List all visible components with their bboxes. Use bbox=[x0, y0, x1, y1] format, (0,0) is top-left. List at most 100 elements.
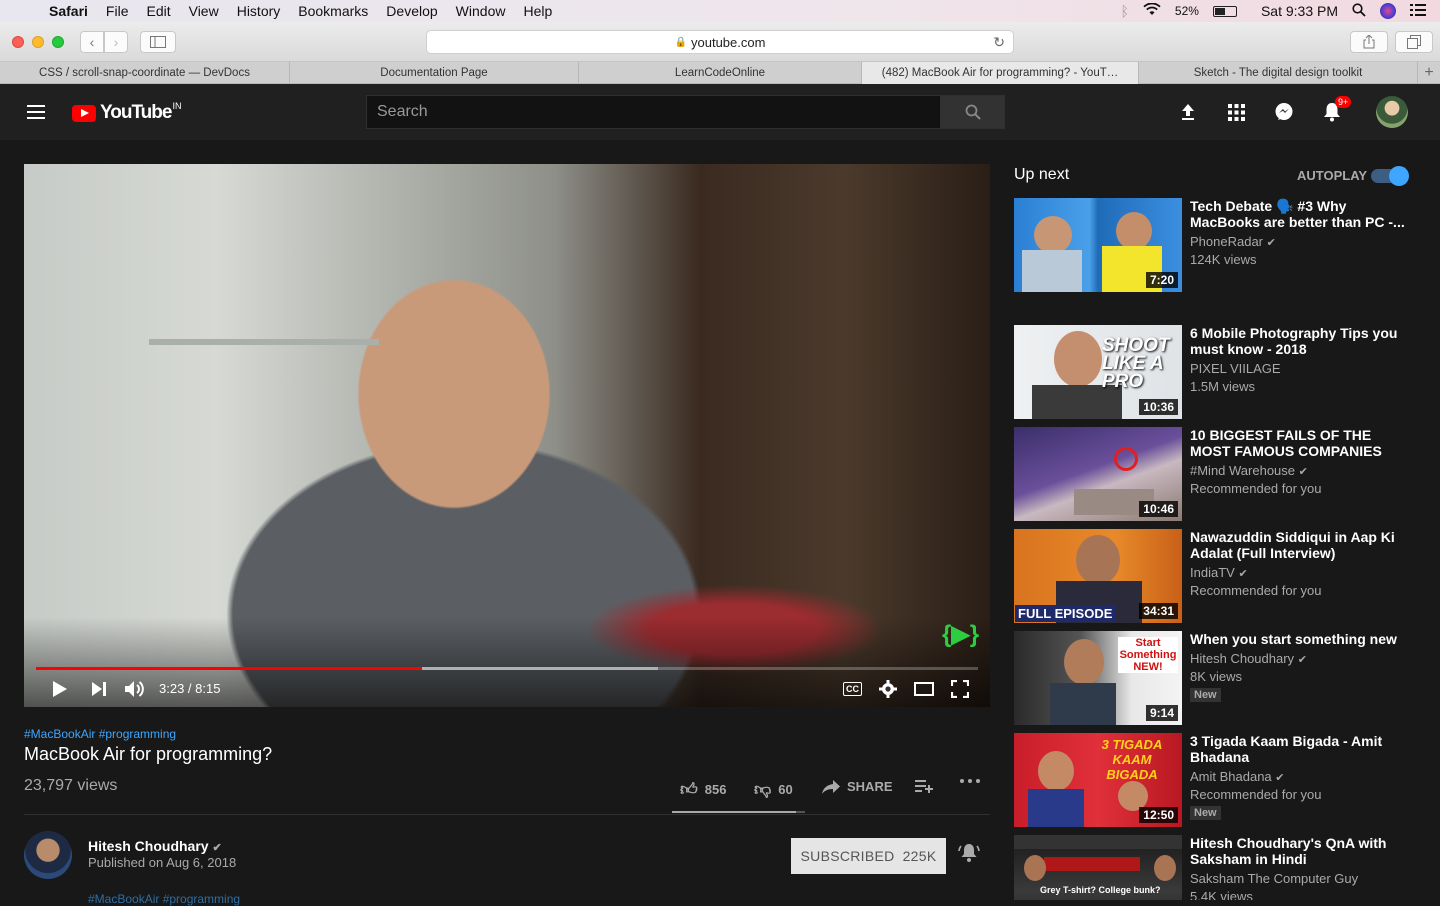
battery-icon[interactable] bbox=[1212, 5, 1237, 17]
new-tab-button[interactable]: + bbox=[1418, 62, 1440, 84]
recommendation-title[interactable]: When you start something new bbox=[1190, 631, 1405, 647]
account-avatar[interactable] bbox=[1376, 96, 1408, 128]
autoplay-label: AUTOPLAY bbox=[1297, 168, 1368, 183]
search-input[interactable]: Search bbox=[366, 95, 941, 129]
tab-youtube[interactable]: (482) MacBook Air for programming? - You… bbox=[862, 62, 1139, 84]
recommendation-title[interactable]: 6 Mobile Photography Tips you must know … bbox=[1190, 325, 1405, 357]
settings-button[interactable] bbox=[879, 678, 897, 700]
recommendation-channel[interactable]: Saksham The Computer Guy bbox=[1190, 870, 1358, 888]
next-button[interactable] bbox=[92, 678, 106, 700]
progress-bar[interactable] bbox=[36, 667, 978, 670]
video-thumbnail[interactable]: SHOOT LIKE A PRO 10:36 bbox=[1014, 325, 1182, 419]
notification-center-icon[interactable] bbox=[1410, 3, 1426, 19]
youtube-logo[interactable]: YouTube IN bbox=[72, 101, 181, 124]
recommendation-title[interactable]: Nawazuddin Siddiqui in Aap Ki Adalat (Fu… bbox=[1190, 529, 1405, 561]
minimize-window-button[interactable] bbox=[32, 36, 44, 48]
address-bar[interactable]: 🔒 youtube.com ↻ bbox=[426, 30, 1014, 54]
autoplay-toggle[interactable] bbox=[1371, 166, 1409, 186]
sidebar-toggle-button[interactable] bbox=[140, 31, 176, 53]
share-button[interactable] bbox=[1350, 31, 1388, 53]
save-to-playlist-button[interactable] bbox=[915, 779, 933, 793]
menu-edit[interactable]: Edit bbox=[137, 3, 179, 19]
guide-menu-icon[interactable] bbox=[27, 105, 45, 119]
share-arrow-icon bbox=[822, 779, 840, 794]
video-duration: 12:50 bbox=[1139, 807, 1178, 823]
menu-help[interactable]: Help bbox=[514, 3, 561, 19]
recommendation-item[interactable]: 7:20 Tech Debate 🗣️ #3 Why MacBooks are … bbox=[1014, 198, 1424, 292]
menu-file[interactable]: File bbox=[97, 3, 138, 19]
forward-button[interactable]: › bbox=[104, 31, 128, 53]
menu-bookmarks[interactable]: Bookmarks bbox=[289, 3, 377, 19]
recommendation-item[interactable]: Start Something NEW! 9:14 When you start… bbox=[1014, 631, 1424, 725]
recommendation-channel[interactable]: PhoneRadar ✔ bbox=[1190, 233, 1276, 252]
menu-view[interactable]: View bbox=[180, 3, 228, 19]
recommendation-title[interactable]: Hitesh Choudhary's QnA with Saksham in H… bbox=[1190, 835, 1405, 867]
recommendation-item[interactable]: SHOOT LIKE A PRO 10:36 6 Mobile Photogra… bbox=[1014, 325, 1424, 419]
up-next-heading: Up next bbox=[1014, 166, 1070, 183]
tab-documentation-page[interactable]: Documentation Page bbox=[290, 62, 579, 84]
wifi-icon[interactable] bbox=[1143, 2, 1161, 19]
recommendation-title[interactable]: Tech Debate 🗣️ #3 Why MacBooks are bette… bbox=[1190, 198, 1405, 230]
menu-develop[interactable]: Develop bbox=[377, 3, 446, 19]
messages-icon[interactable] bbox=[1273, 101, 1295, 123]
recommendation-item[interactable]: Grey T-shirt? College bunk? Hitesh Choud… bbox=[1014, 835, 1424, 900]
video-duration: 10:36 bbox=[1139, 399, 1178, 415]
gear-icon bbox=[879, 680, 897, 698]
video-thumbnail[interactable]: 10:46 bbox=[1014, 427, 1182, 521]
video-player[interactable]: {▶} 3:23 / 8:15 CC bbox=[24, 164, 990, 707]
channel-text: #Mind Warehouse bbox=[1190, 463, 1296, 478]
recommendation-channel[interactable]: #Mind Warehouse ✔ bbox=[1190, 462, 1308, 481]
dislike-button[interactable]: 👎︎ 60 bbox=[754, 779, 793, 800]
menu-window[interactable]: Window bbox=[447, 3, 515, 19]
siri-icon[interactable] bbox=[1380, 3, 1396, 19]
video-thumbnail[interactable]: Start Something NEW! 9:14 bbox=[1014, 631, 1182, 725]
recommendation-item[interactable]: FULL EPISODE 34:31 Nawazuddin Siddiqui i… bbox=[1014, 529, 1424, 623]
like-button[interactable]: 👍︎ 856 bbox=[680, 779, 726, 800]
upload-icon[interactable] bbox=[1177, 101, 1199, 123]
recommendation-item[interactable]: 10:46 10 BIGGEST FAILS OF THE MOST FAMOU… bbox=[1014, 427, 1424, 521]
endscreen-element-icon[interactable]: {▶} bbox=[942, 620, 979, 649]
video-thumbnail[interactable]: 7:20 bbox=[1014, 198, 1182, 292]
theater-mode-button[interactable] bbox=[914, 678, 934, 700]
channel-avatar[interactable] bbox=[24, 831, 72, 879]
video-thumbnail[interactable]: FULL EPISODE 34:31 bbox=[1014, 529, 1182, 623]
video-hashtags[interactable]: #MacBookAir #programming bbox=[24, 727, 176, 741]
tab-sketch[interactable]: Sketch - The digital design toolkit bbox=[1139, 62, 1418, 84]
menu-history[interactable]: History bbox=[228, 3, 290, 19]
menu-app-name[interactable]: Safari bbox=[40, 3, 97, 19]
share-video-button[interactable]: SHARE bbox=[822, 779, 893, 794]
mute-button[interactable] bbox=[125, 678, 145, 700]
thumbs-down-icon: 👎︎ bbox=[754, 780, 772, 799]
menubar-clock[interactable]: Sat 9:33 PM bbox=[1261, 3, 1338, 19]
sidebar-icon bbox=[150, 36, 166, 48]
subtitles-button[interactable]: CC bbox=[843, 678, 862, 700]
recommendation-channel[interactable]: Hitesh Choudhary ✔ bbox=[1190, 650, 1307, 669]
video-thumbnail[interactable]: 3 TIGADA KAAM BIGADA 12:50 bbox=[1014, 733, 1182, 827]
description-hashtags[interactable]: #MacBookAir #programming bbox=[88, 892, 240, 906]
spotlight-search-icon[interactable] bbox=[1352, 2, 1366, 20]
zoom-window-button[interactable] bbox=[52, 36, 64, 48]
channel-name[interactable]: Hitesh Choudhary ✔ bbox=[88, 838, 222, 854]
play-button[interactable] bbox=[52, 678, 68, 700]
show-tabs-button[interactable] bbox=[1395, 31, 1433, 53]
recommendation-channel[interactable]: Amit Bhadana ✔ bbox=[1190, 768, 1285, 787]
recommendation-title[interactable]: 10 BIGGEST FAILS OF THE MOST FAMOUS COMP… bbox=[1190, 427, 1405, 459]
channel-text: Amit Bhadana bbox=[1190, 769, 1272, 784]
back-button[interactable]: ‹ bbox=[80, 31, 104, 53]
bluetooth-icon[interactable]: ᛒ bbox=[1121, 3, 1129, 19]
subscribe-button[interactable]: SUBSCRIBED 225K bbox=[791, 838, 946, 874]
close-window-button[interactable] bbox=[12, 36, 24, 48]
tab-devdocs[interactable]: CSS / scroll-snap-coordinate — DevDocs bbox=[0, 62, 290, 84]
channel-notification-bell-icon[interactable] bbox=[958, 843, 980, 869]
recommendation-item[interactable]: 3 TIGADA KAAM BIGADA 12:50 3 Tigada Kaam… bbox=[1014, 733, 1424, 827]
fullscreen-button[interactable] bbox=[951, 678, 969, 700]
reload-icon[interactable]: ↻ bbox=[993, 34, 1005, 51]
apps-grid-icon[interactable] bbox=[1225, 101, 1247, 123]
recommendation-title[interactable]: 3 Tigada Kaam Bigada - Amit Bhadana bbox=[1190, 733, 1405, 765]
more-actions-button[interactable] bbox=[960, 779, 980, 783]
search-button[interactable] bbox=[940, 95, 1005, 129]
recommendation-channel[interactable]: PIXEL VIILAGE bbox=[1190, 360, 1281, 378]
video-thumbnail[interactable]: Grey T-shirt? College bunk? bbox=[1014, 835, 1182, 900]
tab-learncodeonline[interactable]: LearnCodeOnline bbox=[579, 62, 862, 84]
recommendation-channel[interactable]: IndiaTV ✔ bbox=[1190, 564, 1248, 583]
